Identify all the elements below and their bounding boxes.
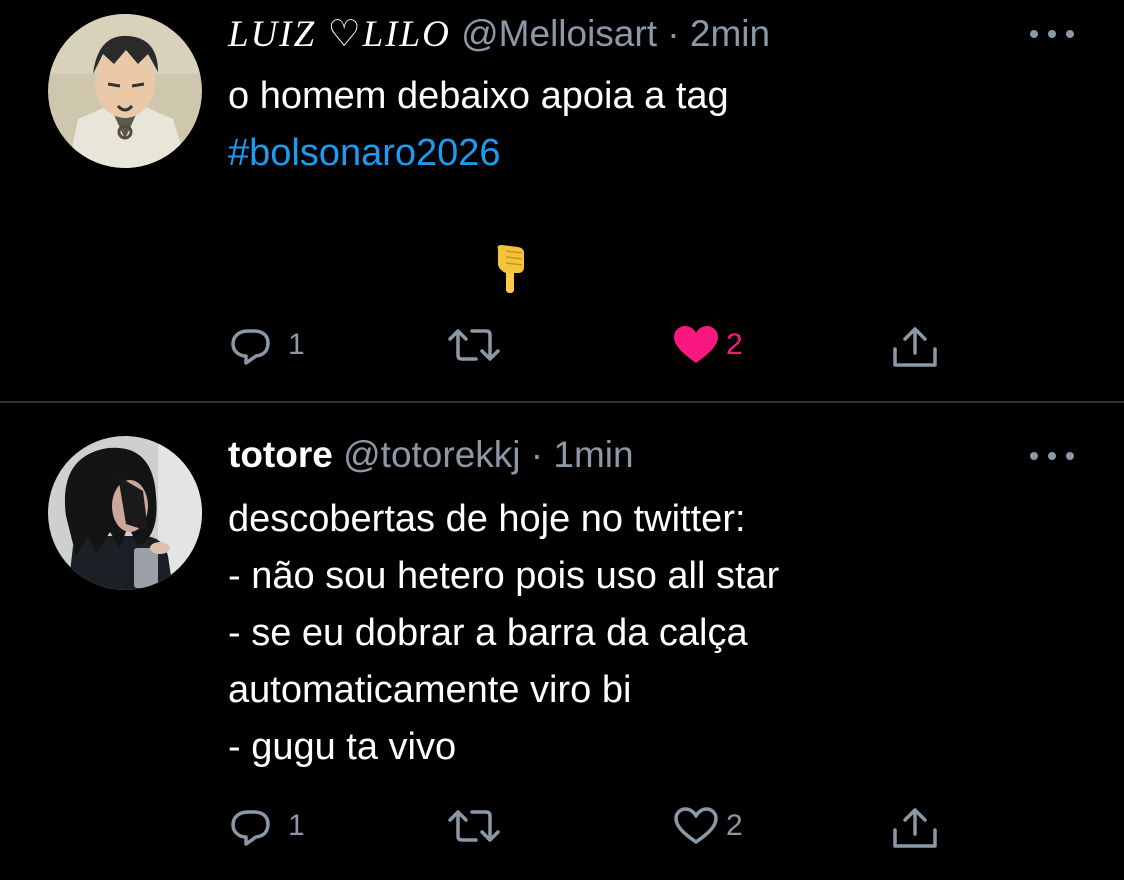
like-button[interactable]: 2 [672,325,743,365]
reply-count: 1 [288,809,305,842]
like-button[interactable]: 2 [672,806,743,846]
avatar[interactable] [48,436,202,590]
tweet-text: o homem debaixo apoia a tag #bolsonaro20… [228,68,729,182]
heart-outline-icon [674,807,718,844]
dot-icon [1030,452,1038,460]
tweet-header: LUIZ ♡LILO @Melloisart · 2min [228,12,770,57]
heart-filled-icon [674,326,718,363]
reply-icon [231,810,270,846]
reply-button[interactable]: 1 [230,325,305,365]
display-name[interactable]: LUIZ ♡LILO [228,14,451,55]
share-button[interactable] [889,806,941,850]
separator: · [530,434,544,475]
retweet-icon [448,810,500,842]
tweet[interactable]: totore @totorekkj · 1min descobertas de … [0,403,1124,880]
timestamp[interactable]: 2min [690,13,770,54]
hashtag-link[interactable]: #bolsonaro2026 [228,132,501,174]
pointing-down-hand-icon [492,243,532,295]
timestamp[interactable]: 1min [553,434,633,475]
dot-icon [1066,30,1074,38]
share-button[interactable] [889,325,941,369]
retweet-icon [448,329,500,361]
handle[interactable]: @totorekkj [343,434,520,475]
more-options-icon[interactable] [1030,446,1074,466]
more-options-icon[interactable] [1030,24,1074,44]
like-count: 2 [726,809,743,842]
avatar-image [48,14,202,168]
reply-count: 1 [288,328,305,361]
like-count: 2 [726,328,743,361]
retweet-button[interactable] [446,325,508,365]
share-icon [893,327,937,367]
avatar[interactable] [48,14,202,168]
tweet[interactable]: LUIZ ♡LILO @Melloisart · 2min o homem de… [0,0,1124,402]
display-name[interactable]: totore [228,434,333,475]
dot-icon [1030,30,1038,38]
dot-icon [1048,452,1056,460]
reply-button[interactable]: 1 [230,806,305,846]
handle[interactable]: @Melloisart [461,13,657,54]
separator: · [667,13,680,54]
reply-icon [231,329,270,365]
tweet-text-line: o homem debaixo apoia a tag [228,75,729,117]
share-icon [893,808,937,848]
retweet-button[interactable] [446,806,508,846]
tweet-header: totore @totorekkj · 1min [228,433,634,477]
dot-icon [1066,452,1074,460]
avatar-image [48,436,202,590]
tweet-text: descobertas de hoje no twitter: - não so… [228,498,780,768]
dot-icon [1048,30,1056,38]
